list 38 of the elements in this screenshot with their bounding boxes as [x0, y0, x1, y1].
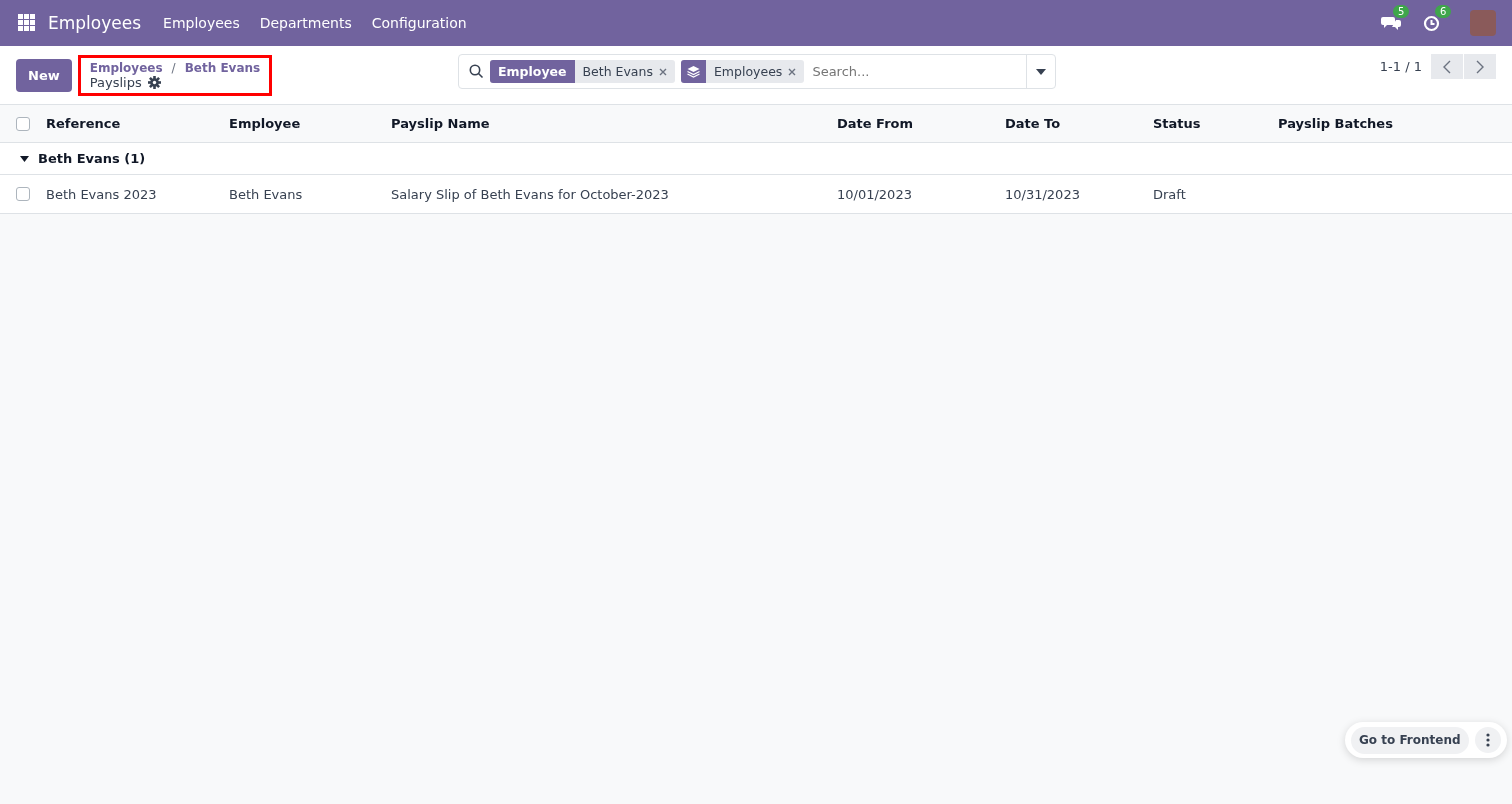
caret-icon[interactable] — [20, 155, 29, 162]
menu-item[interactable]: Employees — [153, 15, 250, 31]
more-button[interactable] — [1474, 727, 1501, 753]
clock-icon[interactable] — [1423, 14, 1440, 32]
column-header[interactable]: Date To — [1005, 116, 1153, 131]
table-cell: Salary Slip of Beth Evans for October-2023 — [391, 186, 669, 202]
select-all-checkbox[interactable] — [16, 116, 30, 131]
breadcrumb-link[interactable]: Employees — [89, 60, 163, 75]
page-title: Payslips — [89, 74, 142, 90]
column-header[interactable]: Status — [1153, 116, 1278, 131]
message-count-badge: 5 — [1393, 5, 1410, 18]
activity-count-badge: 6 — [1435, 4, 1452, 18]
group-header[interactable]: Beth Evans (1) — [38, 151, 146, 166]
table-cell: Beth Evans — [229, 186, 303, 202]
pager-value[interactable]: 1-1 / 1 — [1379, 59, 1422, 74]
table-cell: Draft — [1153, 186, 1186, 202]
column-header[interactable]: Employee — [229, 116, 391, 131]
menu-item[interactable]: Configuration — [361, 15, 477, 31]
row-checkbox[interactable] — [16, 187, 30, 201]
table-cell: 10/01/2023 — [837, 186, 912, 202]
column-header[interactable]: Date From — [837, 116, 1005, 131]
column-header[interactable]: Payslip Name — [391, 116, 837, 131]
chevron-right-icon — [1476, 59, 1484, 74]
chevron-left-icon — [1443, 59, 1451, 74]
kebab-menu-icon — [1485, 733, 1490, 747]
column-header[interactable]: Reference — [46, 116, 229, 131]
breadcrumb-link[interactable]: Beth Evans — [184, 60, 261, 75]
menu-item[interactable]: Departments — [249, 15, 362, 31]
gear-icon[interactable] — [147, 75, 161, 89]
app-grid-icon[interactable] — [18, 14, 36, 32]
go-to-frontend-button[interactable]: Go to Frontend — [1351, 726, 1469, 754]
table-cell: 10/31/2023 — [1005, 186, 1080, 202]
breadcrumb-separator: / — [171, 60, 176, 75]
new-button[interactable]: New — [16, 58, 72, 92]
app-name[interactable]: Employees — [48, 13, 142, 33]
chat-icon[interactable] — [1381, 15, 1401, 31]
column-header[interactable]: Payslip Batches — [1278, 116, 1512, 131]
table-cell: Beth Evans 2023 — [46, 186, 157, 202]
